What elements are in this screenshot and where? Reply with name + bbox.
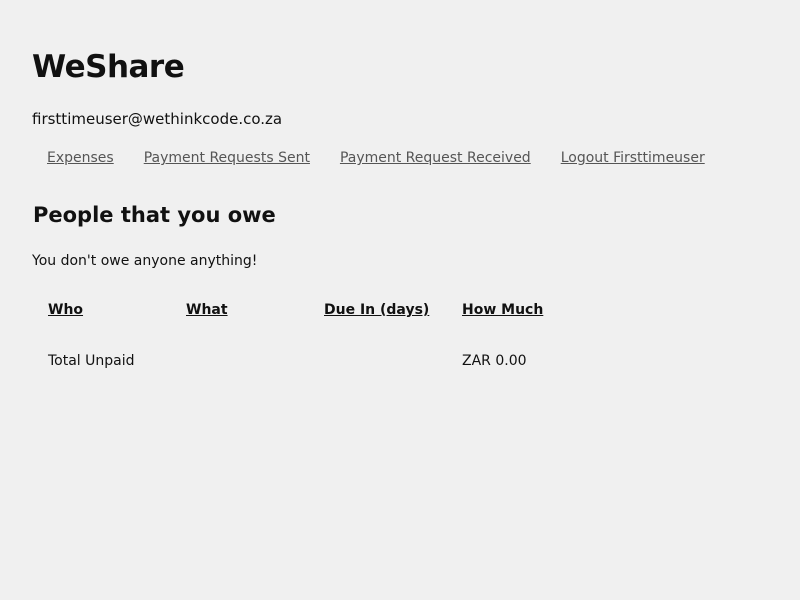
page: WeShare firsttimeuser@wethinkcode.co.za … (0, 0, 800, 600)
total-due-cell (324, 353, 462, 373)
column-header-who: Who (48, 302, 84, 318)
table-header-row: Who What Due In (days) How Much (48, 302, 582, 322)
column-header-due-in: Due In (days) (324, 302, 430, 318)
nav-link-logout[interactable]: Logout Firsttimeuser (561, 150, 705, 166)
total-unpaid-amount: ZAR 0.00 (462, 353, 527, 369)
nav-link-payment-requests-sent[interactable]: Payment Requests Sent (144, 150, 310, 166)
nav-link-expenses[interactable]: Expenses (47, 150, 114, 166)
table-total-row: Total Unpaid ZAR 0.00 (48, 353, 582, 373)
section-title: People that you owe (33, 203, 276, 227)
main-nav: Expenses Payment Requests Sent Payment R… (47, 150, 735, 166)
total-unpaid-label: Total Unpaid (48, 353, 135, 369)
user-email: firsttimeuser@wethinkcode.co.za (32, 110, 283, 128)
column-header-what: What (186, 302, 228, 318)
owe-table: Who What Due In (days) How Much Total Un… (48, 302, 582, 373)
column-header-how-much: How Much (462, 302, 544, 318)
owe-message: You don't owe anyone anything! (32, 253, 258, 269)
table-spacer-row (48, 322, 582, 353)
total-what-cell (186, 353, 324, 373)
nav-link-payment-request-received[interactable]: Payment Request Received (340, 150, 531, 166)
app-title: WeShare (32, 49, 185, 85)
